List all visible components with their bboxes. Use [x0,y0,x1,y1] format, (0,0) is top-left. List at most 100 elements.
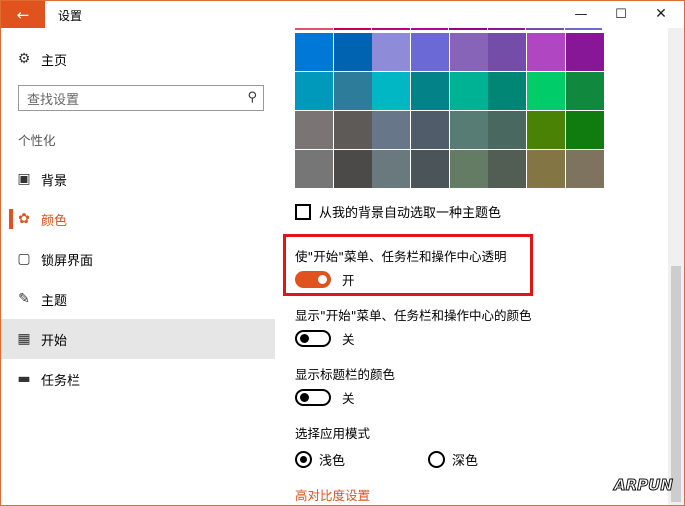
sidebar-item-taskbar[interactable]: ▬ 任务栏 [1,359,275,399]
color-swatch[interactable] [564,28,603,30]
dark-mode-label: 深色 [452,454,479,469]
color-swatch[interactable] [333,33,372,71]
back-button[interactable]: ← [1,1,45,28]
color-swatch[interactable] [411,150,450,188]
show-color-toggle-row: 关 [295,329,355,348]
toggle-knob [300,334,309,343]
image-icon: ▣ [17,171,31,187]
transparency-toggle[interactable] [295,271,331,288]
color-swatch-partial-row [295,28,603,30]
app-mode-light-option[interactable]: 浅色 [295,450,345,469]
sidebar-item-background[interactable]: ▣ 背景 [1,159,275,199]
color-swatch[interactable] [565,33,604,71]
color-swatch[interactable] [333,72,372,110]
color-swatch[interactable] [449,150,488,188]
color-swatch[interactable] [488,111,527,149]
color-swatch[interactable] [333,150,372,188]
app-mode-title: 选择应用模式 [295,426,371,441]
auto-accent-checkbox-row[interactable]: 从我的背景自动选取一种主题色 [295,202,501,221]
color-swatch[interactable] [449,72,488,110]
color-swatch[interactable] [372,72,411,110]
close-button[interactable]: ✕ [647,4,675,24]
color-swatch[interactable] [295,72,333,110]
sidebar-item-label: 任务栏 [41,373,81,389]
sidebar-item-label: 颜色 [41,213,68,229]
color-swatch[interactable] [372,33,411,71]
color-swatch[interactable] [449,33,488,71]
color-swatch[interactable] [527,33,566,71]
search-input[interactable]: 查找设置 ⚲ [18,85,264,111]
back-arrow-icon: ← [16,5,30,24]
transparency-toggle-row: 开 [295,270,355,289]
search-placeholder: 查找设置 [27,92,80,108]
color-swatch[interactable] [411,72,450,110]
sidebar-item-label: 锁屏界面 [41,253,94,269]
maximize-icon: ☐ [615,6,627,22]
close-icon: ✕ [655,6,667,22]
color-swatch[interactable] [487,28,526,30]
sidebar-item-colors[interactable]: ✿ 颜色 [1,199,275,239]
color-swatch[interactable] [372,111,411,149]
color-swatch[interactable] [372,150,411,188]
color-swatch[interactable] [565,72,604,110]
sidebar-item-label: 开始 [41,333,68,349]
toggle-state-label: 关 [342,391,355,406]
toggle-knob [318,275,327,284]
auto-accent-checkbox[interactable] [295,203,311,220]
scrollbar-thumb[interactable] [671,266,681,502]
color-swatch-row [295,33,605,72]
start-icon: ▦ [17,331,31,347]
color-swatch[interactable] [449,111,488,149]
color-swatch[interactable] [295,28,333,30]
light-mode-label: 浅色 [319,454,346,469]
show-color-toggle[interactable] [295,330,331,347]
color-swatch[interactable] [295,33,333,71]
color-swatch[interactable] [488,72,527,110]
color-swatch[interactable] [333,28,372,30]
color-swatch[interactable] [411,33,450,71]
color-swatch[interactable] [527,111,566,149]
sidebar-item-label: 主页 [41,53,68,69]
color-swatch[interactable] [527,72,566,110]
sidebar-item-home[interactable]: ⚙ 主页 [1,44,275,74]
color-swatch[interactable] [488,150,527,188]
color-swatch[interactable] [333,111,372,149]
sidebar-item-label: 主题 [41,293,68,309]
color-swatch[interactable] [295,111,333,149]
light-mode-radio[interactable] [295,451,312,468]
color-swatch[interactable] [527,150,566,188]
color-swatch[interactable] [295,150,333,188]
color-swatch[interactable] [488,33,527,71]
color-swatch[interactable] [372,28,410,30]
scrollbar[interactable] [668,28,684,505]
color-swatch[interactable] [411,111,450,149]
sidebar-item-lock-screen[interactable]: ▢ 锁屏界面 [1,239,275,279]
titlebar-color-title: 显示标题栏的颜色 [295,367,396,382]
gear-icon: ⚙ [17,51,31,67]
color-swatch[interactable] [449,28,487,30]
transparency-title: 使"开始"菜单、任务栏和操作中心透明 [295,249,507,264]
maximize-button[interactable]: ☐ [607,4,635,24]
color-swatch[interactable] [565,111,604,149]
color-swatch[interactable] [565,150,604,188]
titlebar-color-toggle[interactable] [295,389,331,406]
toggle-state-label: 关 [342,332,355,347]
sidebar: ⚙ 主页 查找设置 ⚲ 个性化 ▣ 背景 ✿ 颜色 ▢ 锁屏界面 ✎ 主题 ▦ … [1,28,275,505]
colors-settings-panel: 从我的背景自动选取一种主题色 使"开始"菜单、任务栏和操作中心透明 开 显示"开… [275,28,668,505]
dark-mode-radio[interactable] [428,451,445,468]
color-swatch[interactable] [410,28,449,30]
theme-icon: ✎ [18,291,30,307]
toggle-state-label: 开 [342,273,355,288]
app-mode-dark-option[interactable]: 深色 [428,450,478,469]
minimize-button[interactable]: — [567,4,595,24]
sidebar-item-start[interactable]: ▦ 开始 [1,319,275,359]
high-contrast-link[interactable]: 高对比度设置 [295,485,370,504]
window-title: 设置 [58,9,83,23]
watermark-text: ARPUN [614,476,674,495]
color-swatch-row [295,150,605,189]
settings-window: ← 设置 — ☐ ✕ ⚙ 主页 查找设置 ⚲ 个性化 ▣ 背景 ✿ 颜色 ▢ 锁… [0,0,685,506]
color-swatch[interactable] [526,28,564,30]
sidebar-item-themes[interactable]: ✎ 主题 [1,279,275,319]
color-swatch-grid [295,33,605,189]
search-icon[interactable]: ⚲ [247,90,257,105]
